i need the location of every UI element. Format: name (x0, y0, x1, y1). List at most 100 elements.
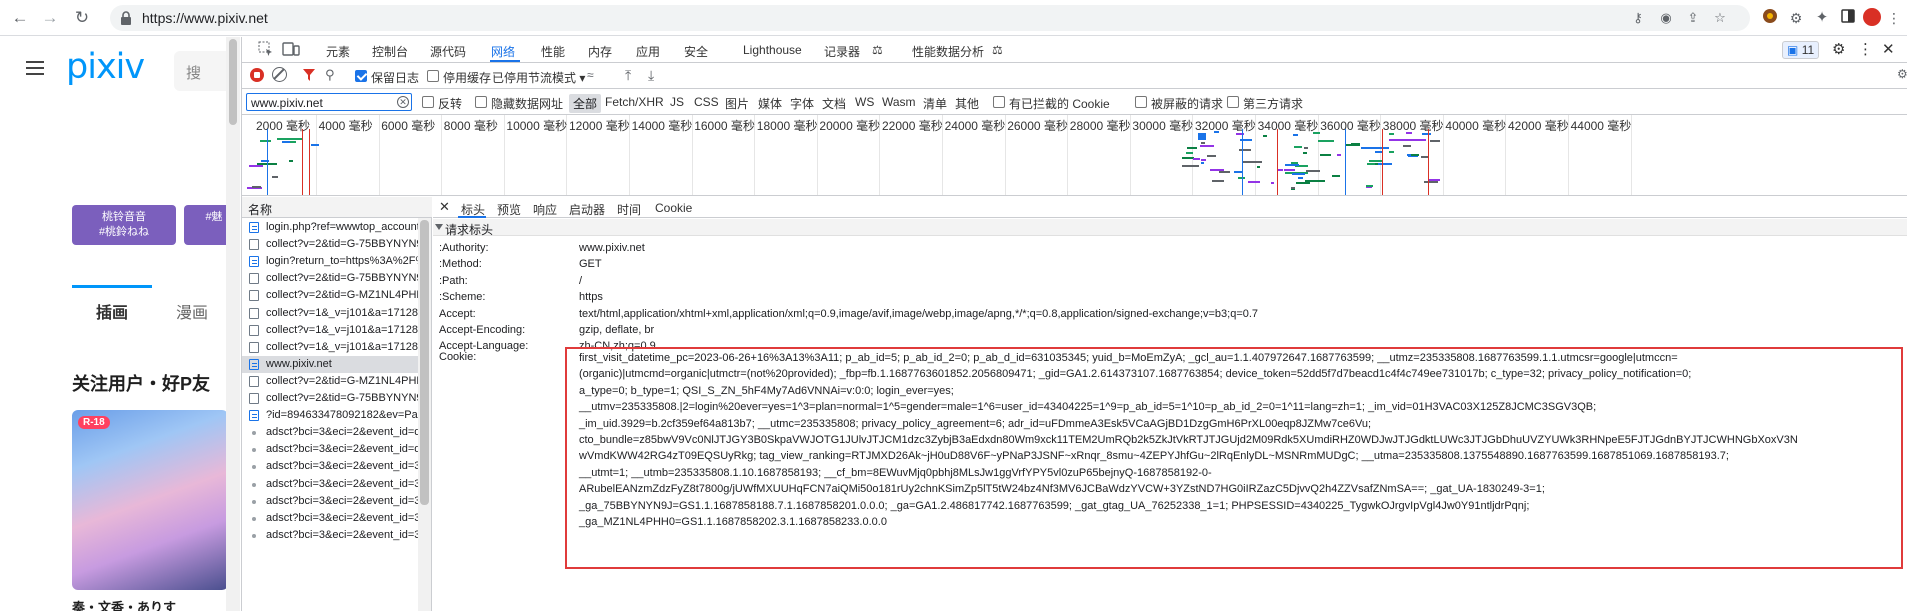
tab-manga[interactable]: 漫画 (176, 299, 208, 323)
blocked-requests-checkbox[interactable] (1135, 96, 1147, 108)
type-filter-doc[interactable]: 文档 (822, 95, 846, 112)
extension-gear-icon[interactable]: ⚙ (1786, 8, 1806, 28)
issues-badge[interactable]: ▣ 11 (1782, 41, 1820, 59)
inspect-element-icon[interactable] (258, 41, 274, 60)
request-row[interactable]: collect?v=2&tid=G-MZ1NL4PHH... (242, 373, 418, 390)
type-filter-fetch-xhr[interactable]: Fetch/XHR (605, 95, 664, 109)
type-filter-wasm[interactable]: Wasm (882, 95, 916, 109)
cookie-value-line[interactable]: first_visit_datetime_pc=2023-06-26+16%3A… (579, 352, 1678, 364)
name-column-header[interactable]: 名称 (248, 201, 272, 218)
cookie-value-line[interactable]: __utmt=1; __utmb=235335808.1.10.16878581… (579, 467, 1212, 479)
type-filter-all[interactable]: 全部 (569, 94, 602, 113)
artwork-thumbnail[interactable]: R-18 (72, 410, 226, 590)
tab-memory[interactable]: 内存 (588, 43, 612, 60)
close-detail-icon[interactable]: ✕ (439, 199, 450, 215)
tab-performance[interactable]: 性能 (541, 43, 565, 60)
tab-cookies[interactable]: Cookie (655, 201, 692, 215)
request-row[interactable]: collect?v=1&_v=j101&a=171284... (242, 305, 418, 322)
request-row[interactable]: adsct?bci=3&eci=2&event_id=d7... (242, 441, 418, 458)
tab-initiator[interactable]: 启动器 (569, 201, 605, 218)
tab-console[interactable]: 控制台 (372, 43, 408, 60)
invert-checkbox[interactable] (422, 96, 434, 108)
record-stop-icon[interactable] (250, 68, 264, 82)
side-panel-icon[interactable] (1838, 8, 1858, 28)
pixiv-logo[interactable]: pixiv (66, 47, 145, 87)
key-icon[interactable]: ⚷ (1630, 10, 1646, 26)
tag-button[interactable]: 桃铃音音 #桃鈴ねね (72, 205, 176, 245)
share-icon[interactable]: ⇪ (1685, 10, 1701, 26)
cookie-value-line[interactable]: ARubelEANzmZdzFyZ8t7800g/jUWfMXUUHqFCN7a… (579, 483, 1545, 495)
devtools-menu-icon[interactable]: ⋮ (1858, 40, 1873, 58)
search-icon[interactable]: ⚲ (325, 67, 335, 83)
star-icon[interactable]: ☆ (1712, 10, 1728, 26)
request-headers-section[interactable]: 请求标头 (433, 219, 1907, 237)
request-row[interactable]: adsct?bci=3&eci=2&event_id=32... (242, 510, 418, 527)
settings-gear-icon[interactable]: ⚙ (1832, 40, 1845, 58)
hide-data-urls-checkbox[interactable] (475, 96, 487, 108)
tab-performance-insights[interactable]: 性能数据分析 (912, 43, 984, 60)
tab-preview[interactable]: 预览 (497, 201, 521, 218)
tab-network[interactable]: 网络 (491, 43, 515, 60)
network-settings-icon[interactable]: ⚙ (1897, 67, 1907, 81)
request-row[interactable]: adsct?bci=3&eci=2&event_id=38... (242, 458, 418, 475)
type-filter-manifest[interactable]: 清单 (923, 95, 947, 112)
network-overview-timeline[interactable]: 2000 毫秒 4000 毫秒 6000 毫秒 8000 毫秒 10000 毫秒 1200… (242, 115, 1907, 196)
request-row[interactable]: adsct?bci=3&eci=2&event_id=38... (242, 476, 418, 493)
request-row[interactable]: login.php?ref=wwwtop_accounts... (242, 219, 418, 236)
clear-filter-icon[interactable]: ✕ (397, 96, 409, 108)
extension-cookie-icon[interactable] (1760, 8, 1780, 28)
device-toolbar-icon[interactable] (282, 41, 300, 60)
page-scrollbar-thumb[interactable] (229, 39, 237, 125)
tab-elements[interactable]: 元素 (326, 43, 350, 60)
type-filter-other[interactable]: 其他 (955, 95, 979, 112)
request-row[interactable]: login?return_to=https%3A%2F%2... (242, 253, 418, 270)
cookie-value-line[interactable]: _ga_MZ1NL4PHH0=GS1.1.1687858202.3.1.1687… (579, 516, 887, 528)
request-row[interactable]: adsct?bci=3&eci=2&event_id=32... (242, 527, 418, 544)
request-row[interactable]: collect?v=2&tid=G-75BBYNYN9J... (242, 270, 418, 287)
filter-input[interactable]: www.pixiv.net ✕ (246, 93, 412, 111)
tab-timing[interactable]: 时间 (617, 201, 641, 218)
request-row[interactable]: collect?v=1&_v=j101&a=171284... (242, 322, 418, 339)
type-filter-ws[interactable]: WS (855, 95, 874, 109)
address-bar[interactable]: https://www.pixiv.net ⚷ ◉ ⇪ ☆ (110, 5, 1750, 31)
tab-security[interactable]: 安全 (684, 43, 708, 60)
type-filter-img[interactable]: 图片 (725, 95, 749, 112)
tag-button[interactable]: #魅 (184, 205, 226, 245)
upload-icon[interactable]: ⤒ (625, 67, 631, 84)
tab-application[interactable]: 应用 (636, 43, 660, 60)
tab-sources[interactable]: 源代码 (430, 43, 466, 60)
tab-illustration[interactable]: 插画 (96, 299, 128, 323)
cookie-value-line[interactable]: _im_uid.3929=b.2cf359ef64a813b7; __utmc=… (579, 418, 1371, 430)
request-list-scrollbar-thumb[interactable] (420, 220, 429, 505)
tab-recorder[interactable]: 记录器 (824, 43, 860, 60)
throttling-select[interactable]: 已停用节流模式 ▾ (492, 69, 585, 86)
type-filter-css[interactable]: CSS (694, 95, 719, 109)
back-icon[interactable]: ← (10, 8, 30, 28)
reload-icon[interactable]: ↻ (72, 8, 92, 28)
cookie-value-line[interactable]: wVmdKWW42RG4zT09EQSUyRkg; tag_view_ranki… (579, 450, 1729, 462)
header-value[interactable]: www.pixiv.net (579, 242, 645, 254)
disable-cache-checkbox[interactable] (427, 70, 439, 82)
tab-response[interactable]: 响应 (533, 201, 557, 218)
tab-lighthouse[interactable]: Lighthouse (743, 43, 802, 57)
request-row[interactable]: collect?v=2&tid=G-MZ1NL4PHH... (242, 287, 418, 304)
header-value[interactable]: gzip, deflate, br (579, 324, 654, 336)
type-filter-font[interactable]: 字体 (790, 95, 814, 112)
filter-funnel-icon[interactable] (302, 68, 316, 85)
request-row[interactable]: adsct?bci=3&eci=2&event_id=32... (242, 493, 418, 510)
blocked-cookies-checkbox[interactable] (993, 96, 1005, 108)
cookie-value-line[interactable]: a_type=0; b_type=1; QSI_S_ZN_5hF4My7Ad6V… (579, 385, 954, 397)
artwork-title[interactable]: 奏・文香・ありす (72, 597, 176, 611)
cookie-value-line[interactable]: __utmv=235335808.|2=login%20ever=yes=1^3… (579, 401, 1596, 413)
request-row[interactable]: collect?v=1&_v=j101&a=171284... (242, 339, 418, 356)
browser-menu-icon[interactable]: ⋮ (1884, 8, 1904, 28)
request-row[interactable]: www.pixiv.net (242, 355, 418, 373)
request-row[interactable]: collect?v=2&tid=G-75BBYNYN9J... (242, 390, 418, 407)
type-filter-js[interactable]: JS (670, 95, 684, 109)
network-conditions-icon[interactable]: ≈ (587, 68, 594, 82)
clear-icon[interactable] (272, 67, 287, 82)
profile-avatar-icon[interactable] (1862, 8, 1882, 28)
page-scrollbar[interactable] (226, 37, 240, 611)
cookie-value-line[interactable]: (organic)|utmcmd=organic|utmctr=(not%20p… (579, 368, 1691, 380)
third-party-checkbox[interactable] (1227, 96, 1239, 108)
